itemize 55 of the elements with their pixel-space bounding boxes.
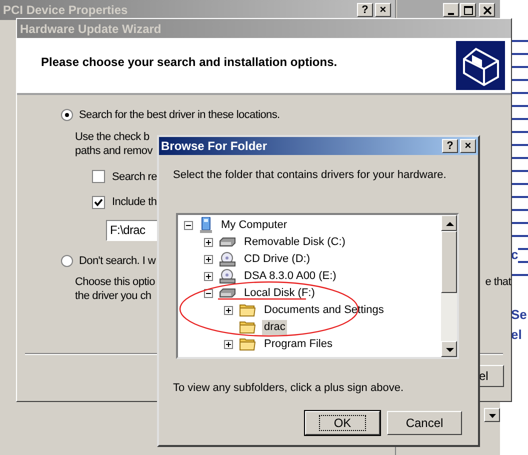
tree-item[interactable]: Program Files [262, 336, 334, 352]
tree-item[interactable]: CD Drive (D:) [242, 252, 312, 266]
option-description: Choose this optio [75, 275, 155, 289]
window-title: Browse For Folder [161, 138, 268, 155]
option-description: paths and remov [75, 144, 152, 158]
title-bar-button[interactable]: × [375, 3, 391, 17]
expand-icon[interactable] [204, 272, 213, 280]
cd-drive-icon [219, 268, 236, 284]
option-description: Use the check b [75, 130, 150, 144]
collapse-icon[interactable] [184, 220, 193, 230]
hardware-icon [456, 41, 505, 90]
folder-icon [239, 337, 256, 351]
checkbox-label[interactable]: Search re [112, 168, 157, 185]
option-description: the driver you ch [75, 289, 152, 303]
expand-icon[interactable] [224, 340, 233, 348]
radio-label[interactable]: Search for the best driver in these locations. [79, 107, 280, 124]
cd-drive-icon [219, 252, 236, 266]
wizard-heading: Please choose your search and installation options. [41, 54, 338, 71]
dialog-instruction: Select the folder that contains drivers for your hardware. [173, 168, 448, 183]
drive-icon [219, 237, 236, 247]
dialog-button[interactable]: OK [305, 411, 380, 435]
scrollbar[interactable] [441, 214, 457, 356]
dialog-hint: To view any subfolders, click a plus sign above. [173, 380, 405, 396]
expand-icon[interactable] [204, 254, 213, 264]
checkbox[interactable] [92, 170, 105, 184]
collapse-icon[interactable] [204, 288, 213, 298]
computer-icon [199, 217, 213, 233]
minimize-icon[interactable] [443, 2, 459, 16]
radio-button[interactable] [61, 109, 73, 122]
dialog-button[interactable]: Cancel [387, 411, 462, 435]
tree-item[interactable]: drac [262, 320, 288, 334]
checkbox-label[interactable]: Include th [112, 194, 157, 210]
title-bar-button[interactable]: × [460, 139, 476, 153]
option-description: e that [485, 275, 511, 289]
folder-icon [239, 320, 256, 334]
expand-icon[interactable] [224, 306, 233, 314]
radio-label[interactable]: Don't search. I w [79, 252, 156, 269]
title-bar-button[interactable]: ? [442, 139, 458, 153]
tree-item[interactable]: Removable Disk (C:) [242, 234, 348, 250]
window-title: PCI Device Properties [3, 2, 128, 19]
scroll-down-icon[interactable] [441, 340, 457, 356]
title-bar-button[interactable]: ? [357, 3, 373, 17]
checkbox[interactable] [92, 196, 105, 209]
folder-icon [239, 303, 256, 317]
tree-item[interactable]: DSA 8.3.0 A00 (E:) [242, 268, 338, 284]
scroll-up-icon[interactable] [441, 214, 457, 230]
expand-icon[interactable] [204, 238, 213, 246]
radio-button[interactable] [61, 254, 73, 267]
maximize-icon[interactable] [460, 2, 476, 16]
scrollbar-thumb[interactable] [441, 230, 457, 292]
drive-icon [219, 288, 236, 298]
window-title: Hardware Update Wizard [20, 20, 162, 38]
tree-item[interactable]: My Computer [219, 218, 290, 232]
close-icon[interactable] [479, 2, 495, 16]
tree-item[interactable]: Local Disk (F:) [242, 286, 317, 300]
